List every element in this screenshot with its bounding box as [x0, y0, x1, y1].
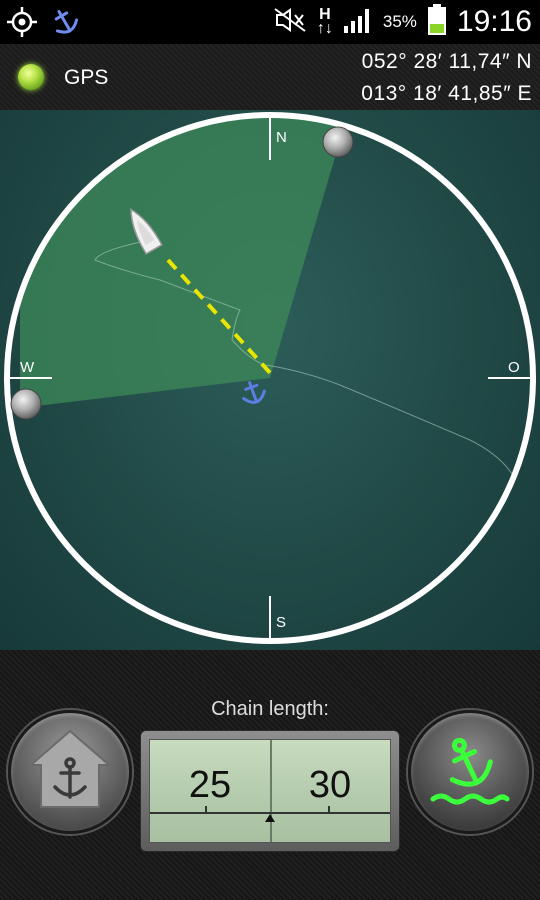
battery-percent: 35% [382, 12, 417, 31]
status-bar: H ↑↓ 35% 19:16 [0, 0, 540, 44]
gps-header: GPS 052° 28′ 11,74″ N 013° 18′ 41,85″ E [0, 44, 540, 110]
signal-bars-icon [343, 6, 373, 39]
anchor-icon [48, 6, 82, 43]
crosshair-icon [6, 6, 38, 43]
sector-handle-west[interactable] [10, 388, 42, 420]
gps-label: GPS [64, 66, 109, 89]
gps-status-led [18, 64, 44, 90]
compass-south: S [276, 614, 286, 631]
battery-icon [427, 3, 447, 41]
anchor-position-icon [242, 381, 266, 404]
drop-anchor-button[interactable] [408, 710, 532, 834]
chain-length-counter[interactable]: 25 30 [140, 730, 400, 852]
longitude: 013° 18′ 41,85″ E [361, 82, 532, 105]
compass-east: O [508, 359, 520, 376]
sector-handle-north[interactable] [322, 126, 354, 158]
control-panel: Chain length: 25 30 [0, 650, 540, 900]
muted-icon [273, 7, 307, 38]
home-anchor-button[interactable] [8, 710, 132, 834]
network-label: H [319, 6, 331, 23]
anchor-map[interactable]: N S W O [0, 110, 540, 650]
clock: 19:16 [456, 5, 532, 38]
compass-west: W [20, 359, 35, 376]
network-type: H ↑↓ [316, 6, 333, 37]
chain-pointer [265, 814, 275, 822]
latitude: 052° 28′ 11,74″ N [361, 50, 532, 73]
home-anchor-icon [28, 729, 112, 808]
drop-anchor-icon [430, 737, 510, 805]
chain-value-right: 30 [308, 764, 352, 806]
chain-value-left: 25 [188, 764, 232, 806]
compass-north: N [276, 129, 287, 146]
swing-sector [20, 116, 340, 408]
